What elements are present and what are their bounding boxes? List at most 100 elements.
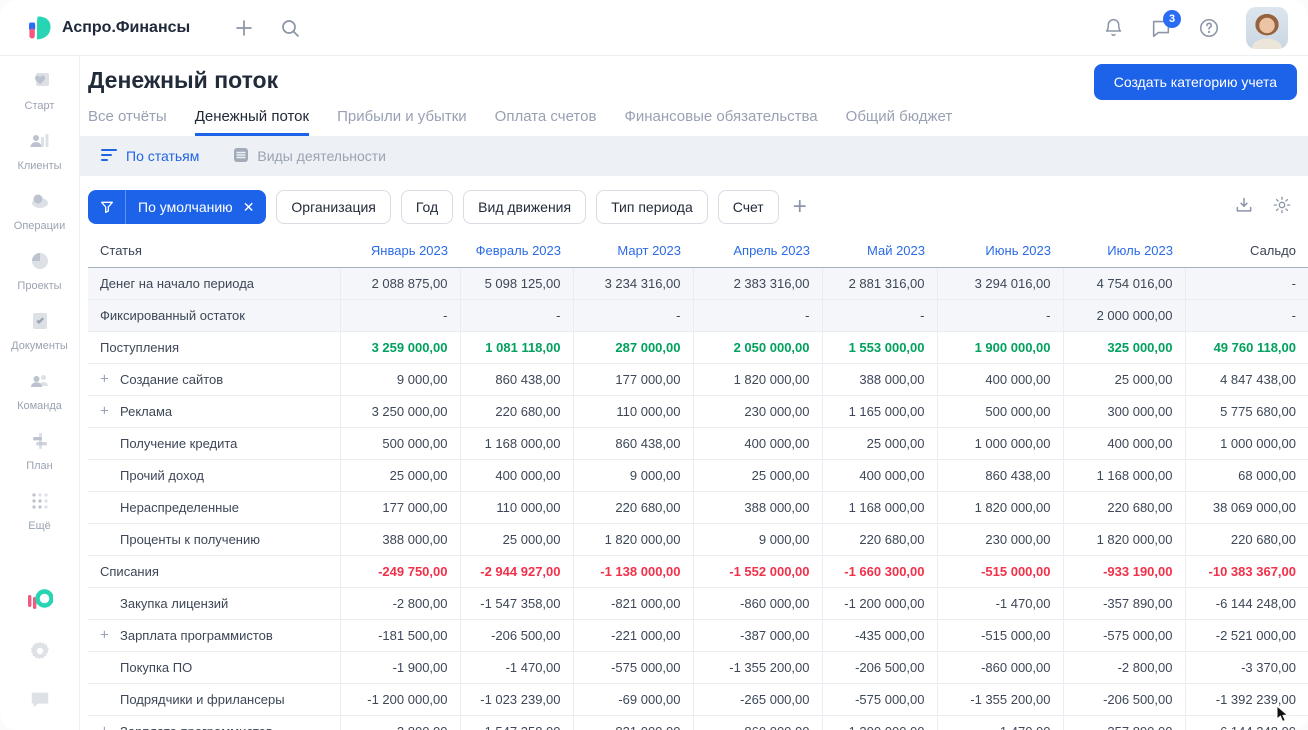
filter-chip[interactable]: Вид движения <box>463 190 587 224</box>
row-label-cell: Покупка ПО <box>88 651 340 684</box>
plus-icon[interactable] <box>234 18 254 38</box>
row-label-cell: Закупка лицензий <box>88 587 340 620</box>
row-label-cell: + Зарплата программистов <box>88 619 340 652</box>
table-row: Денег на начало периода 2 088 875,00 5 098… <box>88 267 1308 300</box>
gear-icon[interactable] <box>1272 195 1292 215</box>
tab-profit-loss[interactable]: Прибыли и убытки <box>337 108 467 136</box>
tab-obligations[interactable]: Финансовые обязательства <box>624 108 817 136</box>
sidebar-item-label: План <box>26 460 53 472</box>
column-header-month[interactable]: Январь 2023 <box>340 234 460 268</box>
value-cell: 300 000,00 <box>1062 395 1185 428</box>
filter-chip[interactable]: Год <box>400 190 454 224</box>
value-cell: 2 383 316,00 <box>692 267 822 300</box>
value-cell: 110 000,00 <box>572 395 693 428</box>
row-label: Проценты к получению <box>120 531 260 547</box>
filter-chip[interactable]: Организация <box>276 190 391 224</box>
sidebar-item-projects[interactable]: Проекты <box>4 248 76 292</box>
sort-lines-icon <box>101 148 118 165</box>
create-category-button[interactable]: Создать категорию учета <box>1093 64 1297 100</box>
value-cell: -1 138 000,00 <box>572 555 693 588</box>
value-cell: 220 680,00 <box>821 523 937 556</box>
value-cell: 4 847 438,00 <box>1184 363 1308 396</box>
add-filter-icon[interactable]: + <box>793 195 807 219</box>
filter-chip[interactable]: Счет <box>717 190 779 224</box>
subtab-activity-types[interactable]: Виды деятельности <box>233 147 386 166</box>
row-label: Создание сайтов <box>120 371 224 387</box>
column-header-month[interactable]: Февраль 2023 <box>460 234 573 268</box>
value-cell: 3 294 016,00 <box>936 267 1063 300</box>
expand-plus-icon[interactable]: + <box>100 371 109 388</box>
value-cell: 230 000,00 <box>936 523 1063 556</box>
value-cell: 860 438,00 <box>459 363 573 396</box>
tab-budget[interactable]: Общий бюджет <box>846 108 953 136</box>
value-cell: -2 944 927,00 <box>459 555 573 588</box>
cash-flow-table: Статья Январь 2023 Февраль 2023 Март 2023 Ап… <box>88 234 1308 730</box>
column-header-month[interactable]: Июнь 2023 <box>937 234 1063 268</box>
value-cell: 38 069 000,00 <box>1184 491 1308 524</box>
row-label-cell: Прочий доход <box>88 459 340 492</box>
value-cell: -6 144 248,00 <box>1184 587 1308 620</box>
value-cell: 68 000,00 <box>1184 459 1308 492</box>
column-header-month[interactable]: Июль 2023 <box>1063 234 1185 268</box>
app-name: Аспро.Финансы <box>62 18 191 36</box>
expand-plus-icon[interactable]: + <box>100 723 109 730</box>
value-cell: 1 168 000,00 <box>459 427 573 460</box>
value-cell: -1 200 000,00 <box>821 587 937 620</box>
table-row: Списания -249 750,00 -2 944 927,00 -1 138 0… <box>88 555 1308 588</box>
value-cell: -1 355 200,00 <box>692 651 822 684</box>
tab-payments[interactable]: Оплата счетов <box>495 108 597 136</box>
subtab-by-items[interactable]: По статьям <box>101 148 199 165</box>
download-icon[interactable] <box>1234 195 1254 215</box>
settings-icon[interactable] <box>29 640 51 667</box>
column-header-month[interactable]: Апрель 2023 <box>693 234 822 268</box>
sidebar-item-start[interactable]: Старт <box>4 68 76 112</box>
close-icon[interactable]: ✕ <box>241 199 267 216</box>
sidebar-item-documents[interactable]: Документы <box>4 308 76 352</box>
search-icon[interactable] <box>280 18 300 38</box>
value-cell: -1 547 358,00 <box>459 715 573 730</box>
help-icon[interactable] <box>1198 17 1220 39</box>
column-header-month[interactable]: Март 2023 <box>573 234 693 268</box>
chat-icon[interactable]: 3 <box>1150 9 1181 39</box>
chat-badge: 3 <box>1163 9 1181 28</box>
value-cell: 388 000,00 <box>339 523 460 556</box>
column-header-month[interactable]: Май 2023 <box>822 234 937 268</box>
value-cell: -435 000,00 <box>821 619 937 652</box>
row-label-cell: Нераспределенные <box>88 491 340 524</box>
sidebar-item-label: Клиенты <box>17 160 62 172</box>
active-filter-pill[interactable]: По умолчанию ✕ <box>88 190 267 224</box>
sidebar-item-plan[interactable]: План <box>4 428 76 472</box>
value-cell: 220 680,00 <box>1062 491 1185 524</box>
value-cell: 860 438,00 <box>936 459 1063 492</box>
value-cell: 5 775 680,00 <box>1184 395 1308 428</box>
filter-chip[interactable]: Тип периода <box>596 190 708 224</box>
sidebar-item-clients[interactable]: Клиенты <box>4 128 76 172</box>
sidebar-item-label: Операции <box>13 220 66 232</box>
value-cell: -1 660 300,00 <box>821 555 937 588</box>
sidebar-item-more[interactable]: Ещё <box>4 488 76 532</box>
app-window: Аспро.Финансы 3 Старт Клиенты Операции Прое… <box>0 0 1308 730</box>
user-avatar[interactable] <box>1246 6 1288 49</box>
value-cell: 1 820 000,00 <box>692 363 822 396</box>
value-cell: 400 000,00 <box>821 459 937 492</box>
tab-all-reports[interactable]: Все отчёты <box>88 108 167 136</box>
feedback-icon[interactable] <box>29 689 51 716</box>
bell-icon[interactable] <box>1103 17 1124 38</box>
value-cell: -249 750,00 <box>339 555 460 588</box>
row-label-cell: Поступления <box>88 331 340 364</box>
value-cell: 3 234 316,00 <box>572 267 693 300</box>
value-cell: 25 000,00 <box>821 427 937 460</box>
value-cell: -357 890,00 <box>1062 715 1185 730</box>
sidebar-item-operations[interactable]: Операции <box>4 188 76 232</box>
tab-cash-flow[interactable]: Денежный поток <box>194 108 310 136</box>
sidebar-item-team[interactable]: Команда <box>4 368 76 412</box>
value-cell: - <box>1184 267 1308 300</box>
value-cell: 9 000,00 <box>692 523 822 556</box>
expand-plus-icon[interactable]: + <box>100 627 109 644</box>
funnel-icon[interactable] <box>88 190 126 224</box>
table-row: Фиксированный остаток - - - - - -2 000 000,00- <box>88 299 1308 332</box>
expand-plus-icon[interactable]: + <box>100 403 109 420</box>
value-cell: 220 680,00 <box>1184 523 1308 556</box>
value-cell: 1 000 000,00 <box>936 427 1063 460</box>
value-cell: 177 000,00 <box>572 363 693 396</box>
